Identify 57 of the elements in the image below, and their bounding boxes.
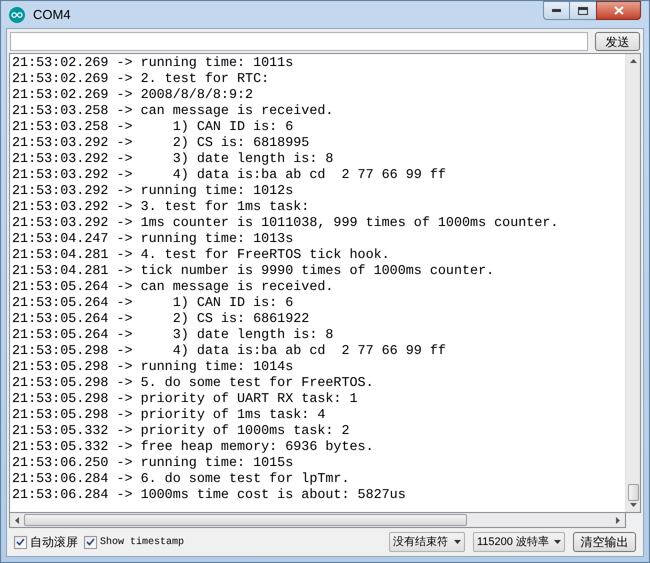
close-button[interactable] <box>596 1 641 20</box>
log-line: 21:53:05.332 -> free heap memory: 6936 bytes. <box>12 440 375 456</box>
log-line: 21:53:06.284 -> 1000ms time cost is about: 5827us <box>12 488 407 504</box>
log-line: 21:53:03.292 -> 3. test for 1ms task: <box>12 200 310 216</box>
scroll-up-icon <box>630 59 636 63</box>
close-icon <box>614 6 624 15</box>
log-line: 21:53:05.332 -> priority of 1000ms task: 2 <box>12 424 350 440</box>
scroll-left-icon <box>15 516 19 524</box>
log-line: 21:53:03.292 -> 1ms counter is 1011038, 999 times of 1000ms counter. <box>12 216 560 232</box>
checkbox-label[interactable]: Show timestamp <box>100 534 184 550</box>
log-line: 21:53:05.264 -> can message is received. <box>12 280 334 296</box>
maximize-icon <box>578 6 588 14</box>
log-line: 21:53:03.292 -> running time: 1012s <box>12 184 294 200</box>
log-line: 21:53:05.298 -> 5. do some test for FreeRTOS. <box>12 376 375 392</box>
log-line: 21:53:05.264 -> 3) date length is: 8 <box>12 328 334 344</box>
log-line: 21:53:04.281 -> tick number is 9990 times of 1000ms counter. <box>12 264 496 280</box>
clear-output-button[interactable]: 清空输出 <box>573 532 636 552</box>
log-line: 21:53:05.298 -> priority of 1ms task: 4 <box>12 408 326 424</box>
input-field[interactable] <box>10 32 588 50</box>
checkmark-icon <box>16 538 25 546</box>
scroll-down-icon <box>630 503 636 507</box>
checkmark-icon <box>86 538 95 546</box>
scrollbar-thumb[interactable] <box>628 484 638 501</box>
log-line: 21:53:03.292 -> 4) data is:ba ab cd 2 77 66 99 ff <box>12 168 447 184</box>
minimize-button[interactable] <box>543 1 570 20</box>
scrollbar-thumb[interactable] <box>24 514 467 526</box>
send-button[interactable]: 发送 <box>595 32 640 50</box>
vertical-scrollbar[interactable] <box>625 54 640 512</box>
log-line: 21:53:02.269 -> 2. test for RTC: <box>12 72 270 88</box>
log-line: 21:53:06.250 -> running time: 1015s <box>12 456 294 472</box>
log-line: 21:53:04.247 -> running time: 1013s <box>12 232 294 248</box>
log-line: 21:53:03.292 -> 2) CS is: 6818995 <box>12 136 310 152</box>
log-line: 21:53:03.258 -> 1) CAN ID is: 6 <box>12 120 294 136</box>
checkbox-label[interactable]: 自动滚屏 <box>30 533 78 551</box>
log-line: 21:53:05.298 -> priority of UART RX task: 1 <box>12 392 359 408</box>
log-line: 21:53:02.269 -> running time: 1011s <box>12 56 294 72</box>
log-line: 21:53:04.281 -> 4. test for FreeRTOS tick hook. <box>12 248 391 264</box>
window-title: COM4 <box>33 6 71 24</box>
dropdown-caret-icon <box>454 540 461 544</box>
log-line: 21:53:05.264 -> 1) CAN ID is: 6 <box>12 296 294 312</box>
minimize-icon <box>552 9 561 12</box>
checkbox[interactable] <box>14 536 27 548</box>
log-line: 21:53:02.269 -> 2008/8/8/8:9:2 <box>12 88 254 104</box>
log-line: 21:53:05.298 -> running time: 1014s <box>12 360 294 376</box>
line-ending-dropdown[interactable]: 没有结束符 <box>389 532 465 552</box>
dropdown-caret-icon <box>554 540 561 544</box>
log-line: 21:53:05.298 -> 4) data is:ba ab cd 2 77 66 99 ff <box>12 344 447 360</box>
checkbox[interactable] <box>84 536 97 548</box>
horizontal-scrollbar[interactable] <box>9 513 626 528</box>
maximize-button[interactable] <box>570 1 596 20</box>
log-line: 21:53:03.292 -> 3) date length is: 8 <box>12 152 334 168</box>
log-line: 21:53:06.284 -> 6. do some test for lpTmr. <box>12 472 350 488</box>
app-logo-icon <box>9 6 25 22</box>
baud-rate-dropdown[interactable]: 115200 波特率 <box>473 532 565 552</box>
scroll-right-icon <box>616 516 620 524</box>
log-line: 21:53:05.264 -> 2) CS is: 6861922 <box>12 312 310 328</box>
log-line: 21:53:03.258 -> can message is received. <box>12 104 334 120</box>
